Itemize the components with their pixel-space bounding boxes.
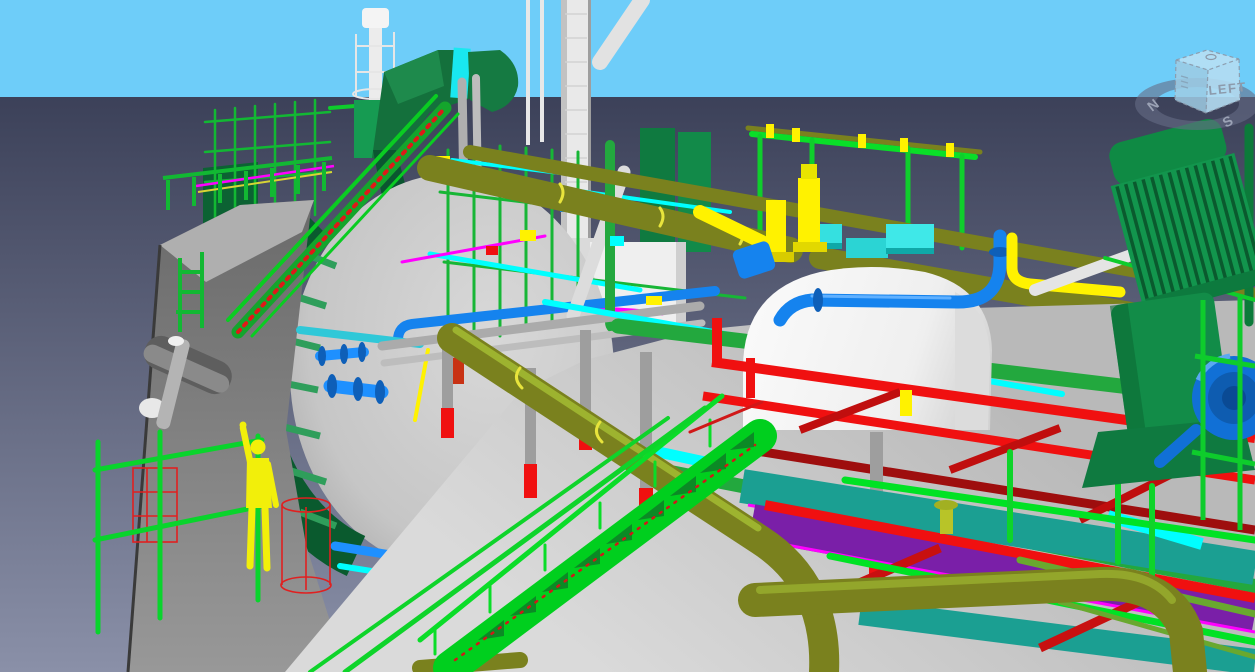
scene-canvas: N S LEFT bbox=[0, 0, 1255, 672]
3d-model-viewport[interactable]: N S LEFT bbox=[0, 0, 1255, 672]
